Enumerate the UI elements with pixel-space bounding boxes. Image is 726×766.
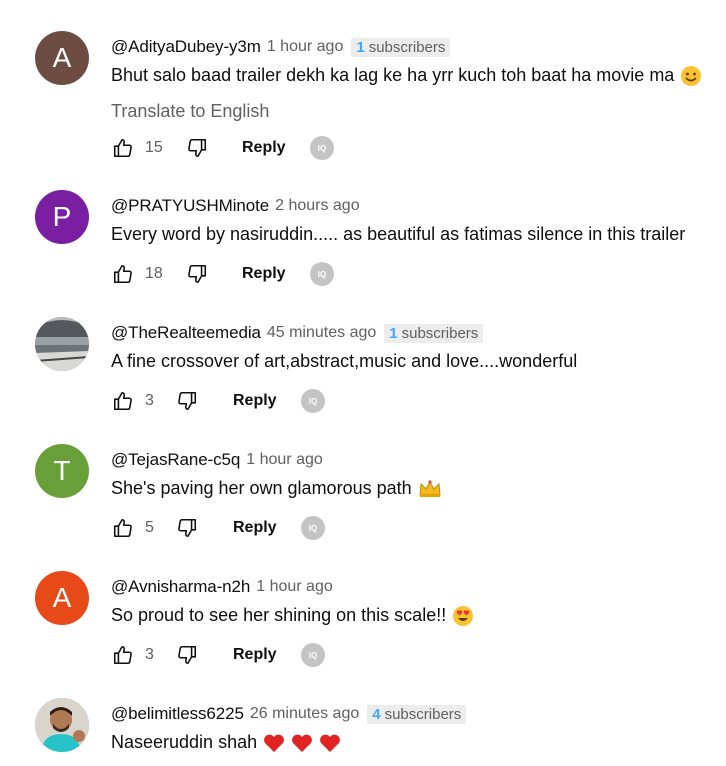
timestamp[interactable]: 1 hour ago bbox=[256, 578, 333, 596]
subscriber-label: subscribers bbox=[401, 324, 479, 342]
subscriber-label: subscribers bbox=[368, 38, 446, 56]
comment-text-content: Naseeruddin shah bbox=[111, 732, 258, 752]
comment-actions: 3 Reply IQ bbox=[111, 385, 371, 417]
like-count: 15 bbox=[145, 139, 163, 156]
iq-icon[interactable]: IQ bbox=[301, 389, 325, 413]
iq-icon[interactable]: IQ bbox=[310, 262, 334, 286]
crown-emoji-icon bbox=[419, 480, 441, 498]
avatar-letter: A bbox=[52, 42, 72, 73]
comment-header: @belimitless6225 26 minutes ago 4 subscr… bbox=[111, 702, 467, 726]
subscriber-count: 1 bbox=[356, 38, 365, 56]
comment-actions: 18 Reply IQ bbox=[111, 258, 371, 290]
comment-text: Naseeruddin shah bbox=[111, 732, 341, 753]
comment-text-content: Bhut salo baad trailer dekh ka lag ke ha… bbox=[111, 65, 675, 85]
avatar[interactable]: A bbox=[35, 31, 89, 85]
avatar-letter: T bbox=[53, 455, 71, 486]
three-hearts-emoji-icon bbox=[263, 733, 341, 753]
timestamp[interactable]: 45 minutes ago bbox=[267, 324, 376, 342]
author-name[interactable]: @Avnisharma-n2h bbox=[111, 577, 250, 597]
comment-header: @Avnisharma-n2h 1 hour ago bbox=[111, 575, 333, 599]
thumbs-down-icon[interactable] bbox=[175, 389, 199, 413]
author-name[interactable]: @TejasRane-c5q bbox=[111, 450, 240, 470]
reply-button[interactable]: Reply bbox=[242, 139, 286, 157]
like-count: 5 bbox=[145, 519, 154, 536]
thumbs-up-icon[interactable] bbox=[111, 389, 135, 413]
comment-text-content: So proud to see her shining on this scal… bbox=[111, 605, 447, 625]
thumbs-down-icon[interactable] bbox=[175, 516, 199, 540]
thumbs-down-icon[interactable] bbox=[185, 262, 209, 286]
reply-button[interactable]: Reply bbox=[233, 519, 277, 537]
subscriber-badge: 1 subscribers bbox=[351, 37, 451, 57]
like-count: 3 bbox=[145, 646, 154, 663]
comment-text-content: She's paving her own glamorous path bbox=[111, 478, 412, 498]
comment-text: Every word by nasiruddin..... as beautif… bbox=[111, 224, 686, 244]
subscriber-label: subscribers bbox=[384, 705, 462, 723]
avatar[interactable]: T bbox=[35, 444, 89, 498]
avatar[interactable] bbox=[35, 317, 89, 371]
comment: T @TejasRane-c5q 1 hour ago She's paving… bbox=[0, 444, 726, 564]
thumbs-down-icon[interactable] bbox=[175, 643, 199, 667]
like-count: 3 bbox=[145, 392, 154, 409]
reply-button[interactable]: Reply bbox=[233, 646, 277, 664]
comment-text: So proud to see her shining on this scal… bbox=[111, 605, 474, 627]
station-photo-icon bbox=[35, 317, 89, 371]
timestamp[interactable]: 1 hour ago bbox=[246, 451, 323, 469]
subscriber-count: 4 bbox=[372, 705, 381, 723]
avatar[interactable]: A bbox=[35, 571, 89, 625]
iq-icon[interactable]: IQ bbox=[301, 643, 325, 667]
comment-actions: 5 Reply IQ bbox=[111, 512, 371, 544]
author-name[interactable]: @AdityaDubey-y3m bbox=[111, 37, 261, 57]
thumbs-down-icon[interactable] bbox=[185, 136, 209, 160]
avatar-letter: A bbox=[52, 582, 72, 613]
avatar-letter: P bbox=[52, 201, 72, 232]
subscriber-count: 1 bbox=[389, 324, 398, 342]
comment-header: @PRATYUSHMinote 2 hours ago bbox=[111, 194, 360, 218]
iq-icon[interactable]: IQ bbox=[310, 136, 334, 160]
avatar[interactable] bbox=[35, 698, 89, 752]
thumbs-up-icon[interactable] bbox=[111, 643, 135, 667]
reply-button[interactable]: Reply bbox=[242, 265, 286, 283]
comment: @TheRealteemedia 45 minutes ago 1 subscr… bbox=[0, 317, 726, 437]
comment-text: Bhut salo baad trailer dekh ka lag ke ha… bbox=[111, 65, 702, 87]
author-name[interactable]: @TheRealteemedia bbox=[111, 323, 261, 343]
comment-text: She's paving her own glamorous path bbox=[111, 478, 442, 499]
comment-header: @TheRealteemedia 45 minutes ago 1 subscr… bbox=[111, 321, 484, 345]
author-name[interactable]: @PRATYUSHMinote bbox=[111, 196, 269, 216]
comment: A @AdityaDubey-y3m 1 hour ago 1 subscrib… bbox=[0, 31, 726, 181]
heart-eyes-emoji-icon bbox=[453, 606, 474, 627]
comment: @belimitless6225 26 minutes ago 4 subscr… bbox=[0, 698, 726, 766]
comment: A @Avnisharma-n2h 1 hour ago So proud to… bbox=[0, 571, 726, 691]
timestamp[interactable]: 2 hours ago bbox=[275, 197, 360, 215]
comment-header: @AdityaDubey-y3m 1 hour ago 1 subscriber… bbox=[111, 35, 451, 59]
subscriber-badge: 1 subscribers bbox=[384, 323, 484, 343]
comment-actions: 3 Reply IQ bbox=[111, 639, 371, 671]
like-count: 18 bbox=[145, 265, 163, 282]
thumbs-up-icon[interactable] bbox=[111, 262, 135, 286]
avatar[interactable]: P bbox=[35, 190, 89, 244]
reply-button[interactable]: Reply bbox=[233, 392, 277, 410]
person-photo-icon bbox=[35, 698, 89, 752]
timestamp[interactable]: 26 minutes ago bbox=[250, 705, 359, 723]
comment-header: @TejasRane-c5q 1 hour ago bbox=[111, 448, 323, 472]
author-name[interactable]: @belimitless6225 bbox=[111, 704, 244, 724]
iq-icon[interactable]: IQ bbox=[301, 516, 325, 540]
smile-emoji-icon bbox=[681, 66, 702, 87]
thumbs-up-icon[interactable] bbox=[111, 136, 135, 160]
comment-text: A fine crossover of art,abstract,music a… bbox=[111, 351, 578, 371]
comment-actions: 15 Reply IQ bbox=[111, 132, 371, 164]
comment: P @PRATYUSHMinote 2 hours ago Every word… bbox=[0, 190, 726, 310]
translate-link[interactable]: Translate to English bbox=[111, 101, 269, 122]
timestamp[interactable]: 1 hour ago bbox=[267, 38, 344, 56]
thumbs-up-icon[interactable] bbox=[111, 516, 135, 540]
subscriber-badge: 4 subscribers bbox=[367, 704, 467, 724]
